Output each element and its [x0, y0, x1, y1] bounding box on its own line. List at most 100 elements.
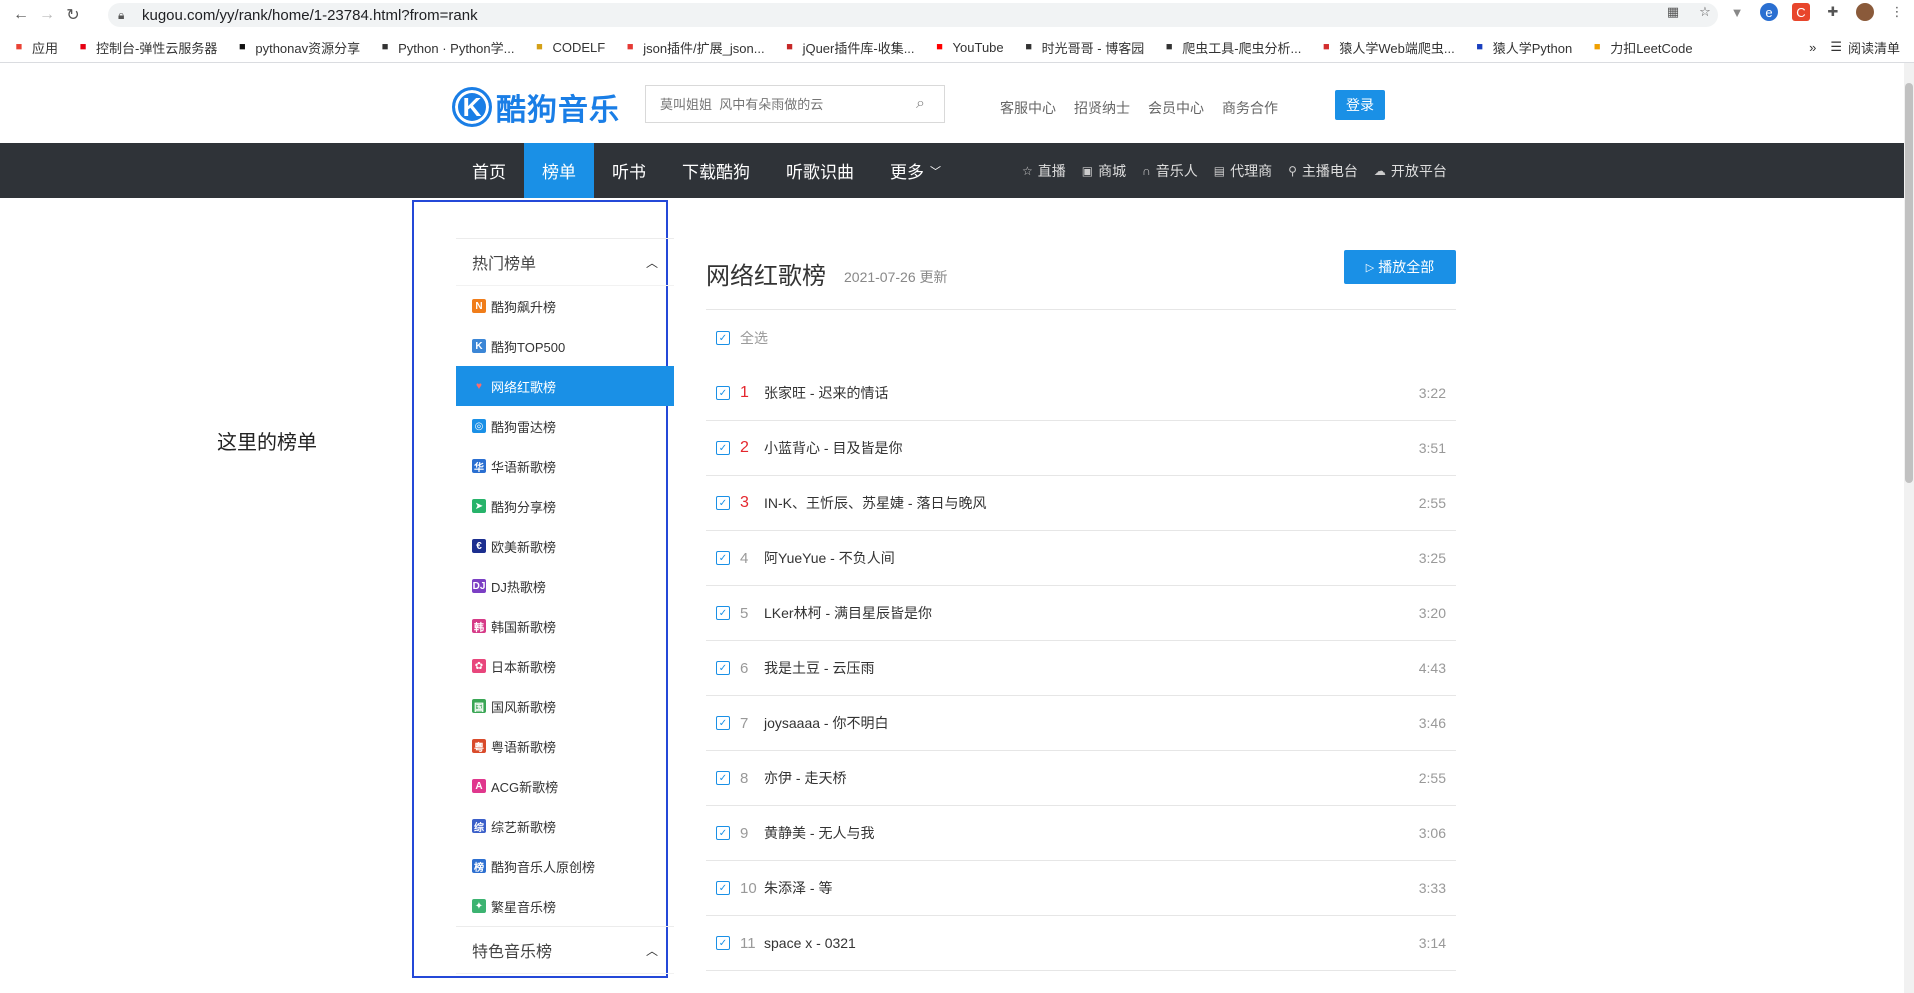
nav-right-link[interactable]: ☆ 直播	[1022, 161, 1066, 181]
song-row[interactable]: ✓ 11 space x - 0321 3:14	[706, 916, 1456, 971]
bookmark-item[interactable]: ■ jQuer插件库-收集...	[783, 38, 914, 57]
bookmark-item[interactable]: ■ CODELF	[532, 40, 605, 55]
bookmark-item[interactable]: ■ pythonav资源分享	[235, 38, 360, 57]
login-button[interactable]: 登录	[1335, 90, 1385, 120]
song-name[interactable]: joysaaaa - 你不明白	[764, 713, 1456, 733]
sidebar-item[interactable]: 华华语新歌榜	[456, 446, 674, 486]
song-row[interactable]: ✓ 7 joysaaaa - 你不明白 3:46	[706, 696, 1456, 751]
checkbox-icon[interactable]: ✓	[716, 551, 730, 565]
bookmark-item[interactable]: ■ YouTube	[933, 40, 1003, 55]
nav-right-link[interactable]: ⚲ 主播电台	[1288, 161, 1358, 181]
extension-blue-icon[interactable]: e	[1760, 3, 1778, 21]
bookmark-item[interactable]: ■ 应用	[12, 38, 58, 57]
nav-right-link[interactable]: ☁ 开放平台	[1374, 161, 1447, 181]
checkbox-icon[interactable]: ✓	[716, 496, 730, 510]
qr-code-icon[interactable]: ▦	[1664, 3, 1682, 21]
nav-tab[interactable]: 更多 ﹀	[872, 143, 959, 198]
kugou-logo[interactable]: K 酷狗音乐	[452, 85, 620, 129]
sidebar-item[interactable]: ✿ 日本新歌榜	[456, 646, 674, 686]
sidebar-item[interactable]: ➤ 酷狗分享榜	[456, 486, 674, 526]
bookmark-item[interactable]: ■ 爬虫工具-爬虫分析...	[1162, 38, 1302, 57]
song-row[interactable]: ✓ 10 朱添泽 - 等 3:33	[706, 861, 1456, 916]
song-row[interactable]: ✓ 6 我是土豆 - 云压雨 4:43	[706, 641, 1456, 696]
nav-right-link[interactable]: ▣ 商城	[1082, 161, 1126, 181]
song-name[interactable]: 亦伊 - 走天桥	[764, 768, 1456, 788]
reload-icon[interactable]: ↻	[60, 2, 86, 28]
bookmark-item[interactable]: ■ 力扣LeetCode	[1590, 38, 1693, 57]
extension-red-icon[interactable]: C	[1792, 3, 1810, 21]
song-row[interactable]: ✓ 3 IN-K、王忻辰、苏星婕 - 落日与晚风 2:55	[706, 476, 1456, 531]
song-name[interactable]: 阿YueYue - 不负人间	[764, 548, 1456, 568]
sidebar-item[interactable]: 国国风新歌榜	[456, 686, 674, 726]
puzzle-extensions-icon[interactable]: ✚	[1824, 3, 1842, 21]
address-bar[interactable]: 🔒︎ kugou.com/yy/rank/home/1-23784.html?f…	[108, 3, 1718, 27]
vue-devtools-icon[interactable]: ▼	[1728, 3, 1746, 21]
play-all-button[interactable]: ▷ 播放全部	[1344, 250, 1456, 284]
song-name[interactable]: 朱添泽 - 等	[764, 878, 1456, 898]
back-arrow-icon[interactable]: ←	[8, 2, 34, 28]
bookmark-item[interactable]: ■ json插件/扩展_json...	[623, 38, 765, 57]
scrollbar-thumb[interactable]	[1905, 83, 1913, 483]
sidebar-item[interactable]: 榜酷狗音乐人原创榜	[456, 846, 674, 886]
checkbox-icon[interactable]: ✓	[716, 441, 730, 455]
sidebar-item[interactable]: € 欧美新歌榜	[456, 526, 674, 566]
bookmark-item[interactable]: ■ 猿人学Python	[1473, 38, 1572, 57]
checkbox-icon[interactable]: ✓	[716, 826, 730, 840]
sidebar-item[interactable]: ✦ 繁星音乐榜	[456, 886, 674, 926]
menu-kebab-icon[interactable]: ⋮	[1888, 3, 1906, 21]
header-link[interactable]: 会员中心	[1148, 98, 1204, 118]
profile-avatar-icon[interactable]	[1856, 3, 1874, 21]
bookmarks-overflow-button[interactable]: »	[1809, 40, 1816, 55]
sidebar-item[interactable]: K 酷狗TOP500	[456, 326, 674, 366]
reading-list-button[interactable]: ☰ 阅读清单	[1830, 38, 1900, 57]
checkbox-icon[interactable]: ✓	[716, 386, 730, 400]
sidebar-item[interactable]: ♥ 网络红歌榜	[456, 366, 674, 406]
nav-tab[interactable]: 榜单	[524, 143, 594, 198]
bookmark-item[interactable]: ■ 控制台-弹性云服务器	[76, 38, 218, 57]
nav-tab[interactable]: 下载酷狗	[664, 143, 768, 198]
checkbox-icon[interactable]: ✓	[716, 881, 730, 895]
song-row[interactable]: ✓ 8 亦伊 - 走天桥 2:55	[706, 751, 1456, 806]
nav-tab[interactable]: 听书	[594, 143, 664, 198]
sidebar-section-hot[interactable]: 热门榜单 ︿	[456, 238, 674, 286]
checkbox-icon[interactable]: ✓	[716, 661, 730, 675]
search-icon[interactable]: ⌕	[916, 95, 934, 113]
song-row[interactable]: ✓ 2 小蓝背心 - 目及皆是你 3:51	[706, 421, 1456, 476]
song-row[interactable]: ✓ 9 黄静美 - 无人与我 3:06	[706, 806, 1456, 861]
bookmark-item[interactable]: ■ 猿人学Web端爬虫...	[1319, 38, 1455, 57]
select-all-row[interactable]: ✓ 全选	[706, 310, 1456, 366]
nav-right-link[interactable]: ▤ 代理商	[1214, 161, 1272, 181]
song-name[interactable]: 黄静美 - 无人与我	[764, 823, 1456, 843]
bookmark-item[interactable]: ■ Python · Python学...	[378, 38, 515, 57]
checkbox-icon[interactable]: ✓	[716, 771, 730, 785]
search-input[interactable]	[660, 96, 910, 112]
checkbox-icon[interactable]: ✓	[716, 936, 730, 950]
sidebar-item[interactable]: 韩韩国新歌榜	[456, 606, 674, 646]
checkbox-icon[interactable]: ✓	[716, 716, 730, 730]
song-name[interactable]: LKer林柯 - 满目星辰皆是你	[764, 603, 1456, 623]
header-link[interactable]: 客服中心	[1000, 98, 1056, 118]
forward-arrow-icon[interactable]: →	[34, 2, 60, 28]
bookmark-item[interactable]: ■ 时光哥哥 - 博客园	[1022, 38, 1144, 57]
song-name[interactable]: 小蓝背心 - 目及皆是你	[764, 438, 1456, 458]
song-name[interactable]: space x - 0321	[764, 935, 1456, 951]
song-name[interactable]: 张家旺 - 迟来的情话	[764, 383, 1456, 403]
nav-tab[interactable]: 首页	[454, 143, 524, 198]
checkbox-icon[interactable]: ✓	[716, 606, 730, 620]
song-name[interactable]: IN-K、王忻辰、苏星婕 - 落日与晚风	[764, 493, 1456, 513]
song-row[interactable]: ✓ 5 LKer林柯 - 满目星辰皆是你 3:20	[706, 586, 1456, 641]
sidebar-section-featured[interactable]: 特色音乐榜 ︿	[456, 926, 674, 974]
song-row[interactable]: ✓ 1 张家旺 - 迟来的情话 3:22	[706, 366, 1456, 421]
header-link[interactable]: 商务合作	[1222, 98, 1278, 118]
song-row[interactable]: ✓ 4 阿YueYue - 不负人间 3:25	[706, 531, 1456, 586]
header-link[interactable]: 招贤纳士	[1074, 98, 1130, 118]
sidebar-item[interactable]: N 酷狗飙升榜	[456, 286, 674, 326]
sidebar-item[interactable]: DJ DJ热歌榜	[456, 566, 674, 606]
sidebar-item[interactable]: A ACG新歌榜	[456, 766, 674, 806]
sidebar-item[interactable]: 粤粤语新歌榜	[456, 726, 674, 766]
nav-right-link[interactable]: ∩ 音乐人	[1142, 161, 1198, 181]
sidebar-item[interactable]: ◎ 酷狗雷达榜	[456, 406, 674, 446]
page-scrollbar[interactable]	[1904, 63, 1914, 993]
nav-tab[interactable]: 听歌识曲	[768, 143, 872, 198]
star-bookmark-icon[interactable]: ☆	[1696, 3, 1714, 21]
